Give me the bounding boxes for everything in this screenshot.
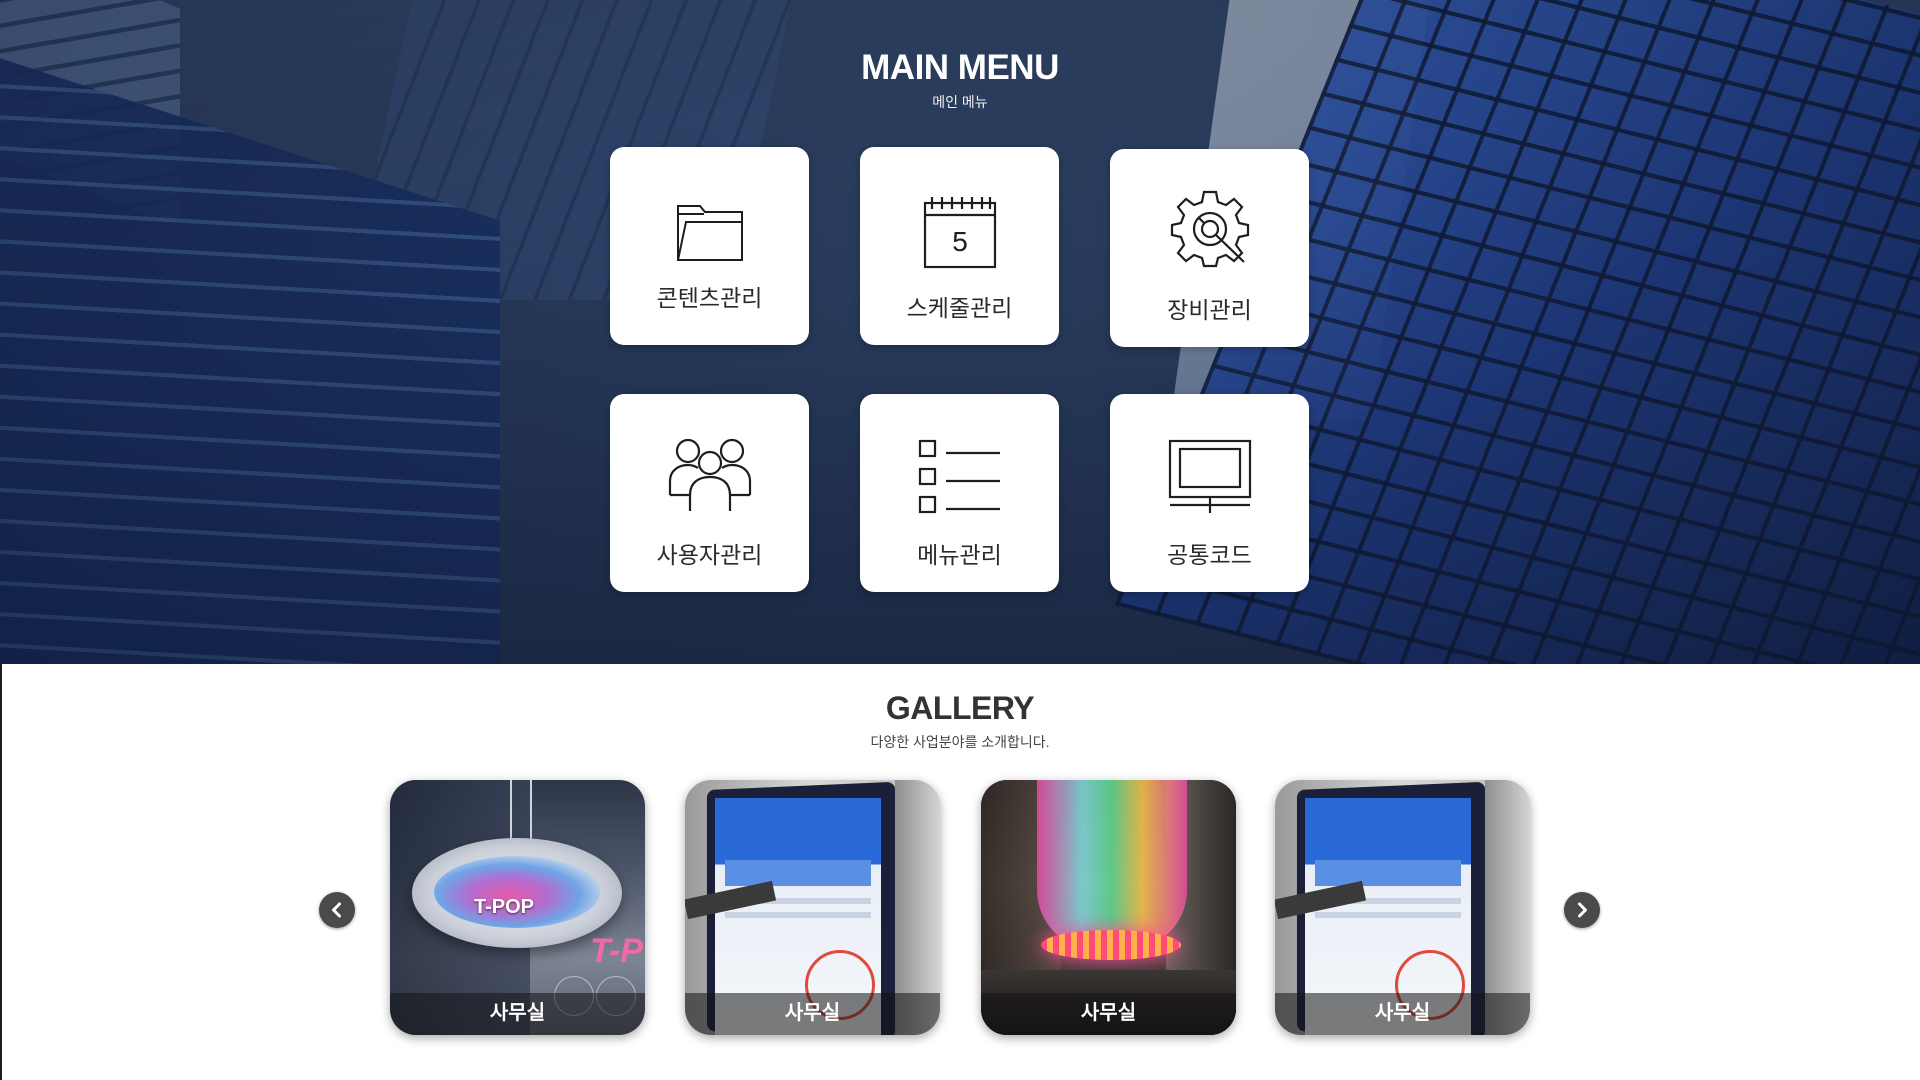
- gallery-next-button[interactable]: [1564, 892, 1600, 928]
- gallery-item[interactable]: 사무실: [981, 780, 1236, 1035]
- gallery-caption: 사무실: [489, 1002, 546, 1024]
- gallery-item[interactable]: T-POP T-P 사무실: [390, 780, 645, 1035]
- menu-card-common-code[interactable]: 공통코드: [1110, 394, 1309, 592]
- folder-icon: [665, 191, 755, 273]
- list-icon: [915, 436, 1005, 518]
- menu-card-menu[interactable]: 메뉴관리: [860, 394, 1059, 592]
- chevron-left-icon: [329, 902, 345, 918]
- menu-card-label: 사용자관리: [656, 542, 763, 568]
- gallery-caption: 사무실: [784, 1002, 841, 1024]
- gallery-item[interactable]: 사무실: [1275, 780, 1530, 1035]
- menu-card-equipment[interactable]: 장비관리: [1110, 149, 1309, 347]
- menu-card-label: 스케줄관리: [906, 295, 1013, 321]
- gallery-caption: 사무실: [1374, 1002, 1431, 1024]
- page-subtitle: 메인 메뉴: [932, 94, 988, 110]
- menu-card-label: 공통코드: [1167, 542, 1252, 568]
- monitor-icon: [1165, 436, 1255, 518]
- gallery-subtitle: 다양한 사업분야를 소개합니다.: [870, 734, 1050, 750]
- calendar-icon: 5: [915, 191, 1005, 273]
- gallery-title: GALLERY: [885, 690, 1035, 726]
- gear-icon: [1165, 187, 1255, 269]
- gallery-overlay-text: T-POP: [474, 896, 535, 918]
- chevron-right-icon: [1574, 902, 1590, 918]
- gallery-prev-button[interactable]: [319, 892, 355, 928]
- gallery-overlay-text: T-P: [590, 932, 643, 970]
- users-icon: [665, 434, 755, 516]
- menu-card-label: 메뉴관리: [917, 542, 1002, 568]
- menu-card-label: 장비관리: [1167, 297, 1252, 323]
- gallery-caption: 사무실: [1080, 1002, 1137, 1024]
- calendar-day-text: 5: [952, 226, 968, 257]
- menu-card-users[interactable]: 사용자관리: [610, 394, 809, 592]
- menu-card-schedule[interactable]: 5 스케줄관리: [860, 147, 1059, 345]
- gallery-item[interactable]: 사무실: [685, 780, 940, 1035]
- menu-card-label: 콘텐츠관리: [656, 285, 763, 311]
- page-title: MAIN MENU: [861, 48, 1059, 87]
- menu-card-content[interactable]: 콘텐츠관리: [610, 147, 809, 345]
